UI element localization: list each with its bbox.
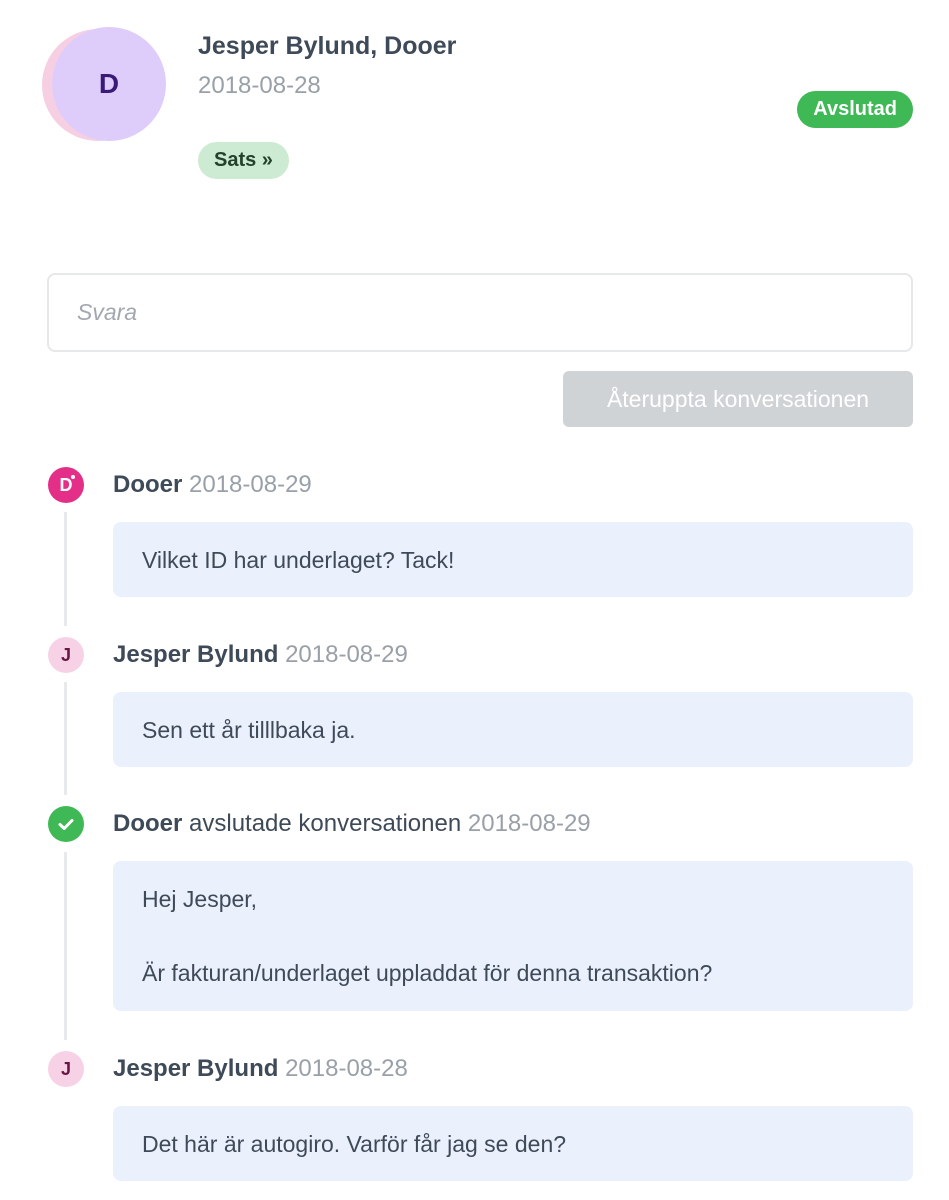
jesper-avatar-letter: J — [60, 644, 71, 665]
entry-date: 2018-08-28 — [285, 1055, 408, 1082]
timeline-connector — [64, 682, 67, 795]
online-dot-icon — [70, 474, 76, 480]
conversation-avatar: D — [40, 27, 166, 143]
entry-author: Dooer — [113, 810, 183, 837]
timeline-connector — [64, 512, 67, 626]
message-bubble: Hej Jesper, Är fakturan/underlaget uppla… — [113, 861, 913, 1011]
entry-date: 2018-08-29 — [285, 641, 408, 668]
entry-date: 2018-08-29 — [467, 810, 591, 837]
conversation-date: 2018-08-28 — [198, 72, 321, 99]
check-circle-icon — [48, 806, 84, 842]
message-text: Sen ett år tilllbaka ja. — [142, 716, 356, 743]
entry-date: 2018-08-29 — [189, 471, 312, 498]
message-text: Hej Jesper, — [142, 886, 258, 912]
checkmark-icon — [58, 819, 74, 830]
reply-input[interactable] — [47, 273, 913, 352]
entry-author: Dooer — [113, 471, 183, 498]
jesper-avatar-icon: J — [48, 1051, 84, 1087]
conversation-title: Jesper Bylund, Dooer — [198, 32, 457, 60]
message-bubble: Sen ett år tilllbaka ja. — [113, 692, 913, 767]
jesper-avatar-icon: J — [48, 637, 84, 673]
message-text: Det här är autogiro. Varför får jag se d… — [142, 1130, 567, 1157]
timeline-entry-header: Dooer avslutade konversationen 2018-08-2… — [113, 810, 591, 838]
timeline-entry-header: Jesper Bylund 2018-08-28 — [113, 1055, 408, 1083]
message-text: Vilket ID har underlaget? Tack! — [142, 546, 455, 573]
message-bubble: Det här är autogiro. Varför får jag se d… — [113, 1106, 913, 1181]
timeline-entry-header: Jesper Bylund 2018-08-29 — [113, 641, 408, 669]
timeline-entry-header: Dooer 2018-08-29 — [113, 471, 312, 499]
entry-action: avslutade konversationen — [189, 810, 462, 837]
reopen-conversation-button[interactable]: Återuppta konversationen — [563, 371, 913, 427]
sats-tag-link[interactable]: Sats » — [198, 142, 289, 179]
message-bubble: Vilket ID har underlaget? Tack! — [113, 522, 913, 597]
dooer-avatar-icon: D — [48, 467, 84, 503]
avatar-letter: D — [52, 27, 166, 141]
jesper-avatar-letter: J — [60, 1058, 71, 1079]
entry-author: Jesper Bylund — [113, 1055, 279, 1082]
entry-author: Jesper Bylund — [113, 641, 279, 668]
timeline-connector — [64, 852, 67, 1040]
conversation-header: D Jesper Bylund, Dooer 2018-08-28 Sats »… — [0, 0, 949, 240]
status-badge: Avslutad — [797, 91, 913, 128]
message-text: Är fakturan/underlaget uppladdat för den… — [142, 960, 713, 986]
